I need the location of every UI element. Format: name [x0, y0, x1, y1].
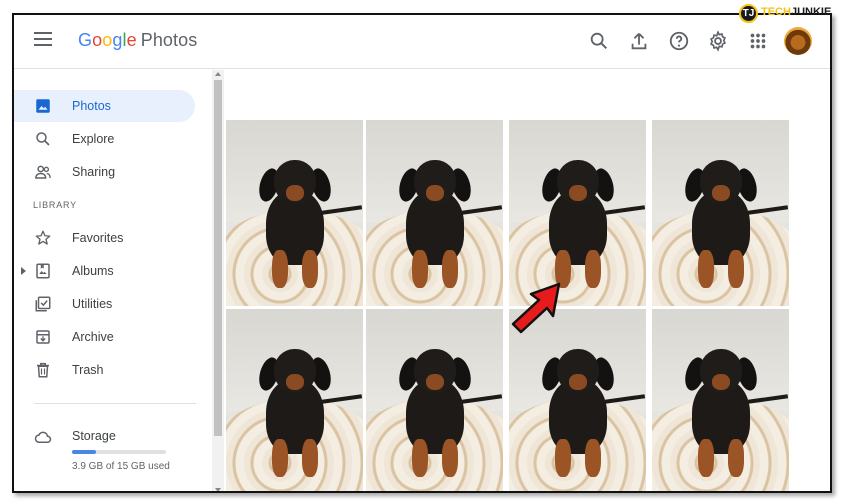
app-window: Google Photos Photos Explore Sharing LIB… [12, 13, 832, 493]
google-photos-logo[interactable]: Google Photos [78, 30, 197, 51]
sidebar-item-label: Albums [72, 264, 114, 278]
apps-icon[interactable] [747, 30, 769, 52]
expand-caret-icon[interactable] [21, 267, 26, 275]
sidebar: Photos Explore Sharing LIBRARY Favorites… [14, 70, 211, 491]
archive-icon [36, 330, 50, 344]
photo-tile[interactable] [652, 309, 789, 491]
sidebar-item-favorites[interactable]: Favorites [14, 222, 195, 254]
photo-tile[interactable] [366, 120, 503, 306]
sidebar-item-label: Photos [72, 99, 111, 113]
sidebar-item-albums[interactable]: Albums [14, 255, 195, 287]
watermark-badge: TJ [739, 4, 758, 23]
settings-icon[interactable] [707, 30, 729, 52]
sidebar-item-label: Utilities [72, 297, 113, 311]
main-menu-button[interactable] [34, 32, 52, 46]
search-icon [36, 132, 50, 146]
sidebar-item-label: Favorites [72, 231, 124, 245]
red-arrow-icon [511, 282, 561, 334]
account-avatar[interactable] [784, 27, 812, 55]
upload-icon[interactable] [628, 30, 650, 52]
storage-label: Storage [72, 429, 116, 443]
sidebar-divider [34, 403, 196, 404]
checkbox-icon [35, 296, 51, 312]
photo-tile[interactable] [652, 120, 789, 306]
trash-icon [37, 362, 49, 378]
photo-tile[interactable] [366, 309, 503, 491]
top-bar: Google Photos [14, 15, 830, 69]
library-heading: LIBRARY [33, 200, 77, 210]
photo-icon [36, 99, 50, 113]
photo-tile[interactable] [226, 120, 363, 306]
sidebar-item-sharing[interactable]: Sharing [14, 156, 195, 188]
sidebar-item-label: Explore [72, 132, 115, 146]
storage-progress-bar [72, 450, 166, 454]
storage-usage-text: 3.9 GB of 15 GB used [72, 461, 170, 472]
help-icon[interactable] [668, 30, 690, 52]
watermark-text: TECHJUNKIE [761, 6, 832, 18]
photo-tile[interactable] [226, 309, 363, 491]
album-icon [36, 263, 50, 279]
sidebar-item-label: Sharing [72, 165, 116, 179]
sidebar-item-label: Archive [72, 330, 114, 344]
sidebar-item-archive[interactable]: Archive [14, 321, 195, 353]
scrollbar-thumb[interactable] [214, 80, 222, 436]
sidebar-item-photos[interactable]: Photos [14, 90, 195, 122]
photo-tile[interactable] [509, 309, 646, 491]
search-icon[interactable] [588, 30, 610, 52]
photo-tile[interactable] [509, 120, 646, 306]
star-icon [35, 230, 51, 245]
storage-progress-fill [72, 450, 97, 454]
sidebar-item-label: Trash [72, 363, 104, 377]
people-icon [35, 165, 51, 179]
scroll-up-arrow-icon[interactable] [215, 72, 221, 76]
cloud-icon [34, 431, 52, 443]
scroll-down-arrow-icon[interactable] [215, 488, 221, 491]
sidebar-item-trash[interactable]: Trash [14, 354, 195, 386]
sidebar-scrollbar[interactable] [212, 70, 224, 491]
sidebar-item-explore[interactable]: Explore [14, 123, 195, 155]
sidebar-item-utilities[interactable]: Utilities [14, 288, 195, 320]
